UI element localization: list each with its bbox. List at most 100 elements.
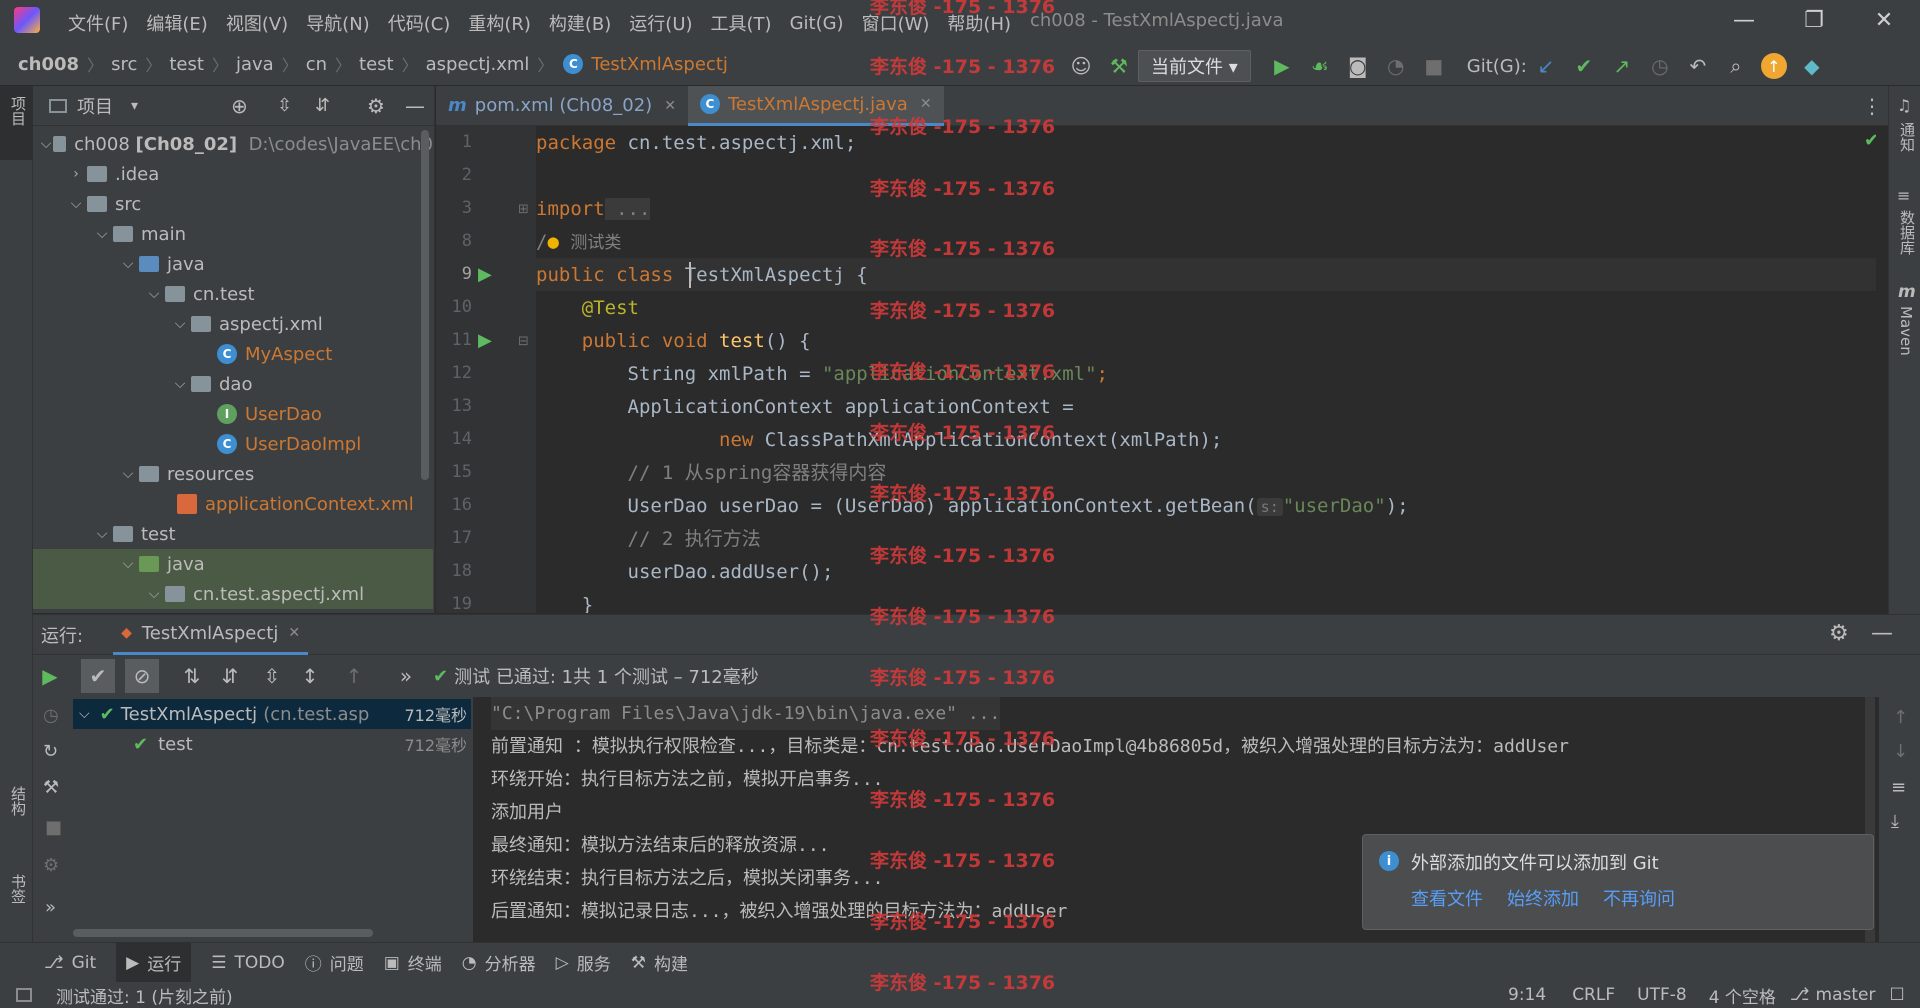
dont-ask-link[interactable]: 不再询问 [1603, 885, 1675, 911]
breadcrumb-item[interactable]: aspectj.xml [426, 54, 530, 75]
tree-item-applicationcontext[interactable]: applicationContext.xml [33, 489, 433, 519]
intention-bulb-icon[interactable]: ● [547, 231, 558, 253]
tree-item-test[interactable]: ⌵ test [33, 519, 433, 549]
close-icon[interactable]: ✕ [1854, 0, 1914, 42]
structure-stripe-button[interactable]: 结构 [8, 786, 29, 821]
locate-icon[interactable]: ⊕ [231, 94, 248, 118]
chevron-down-icon[interactable]: ⌵ [143, 286, 165, 302]
tree-item-test-java[interactable]: ⌵ java [33, 549, 433, 579]
coverage-icon[interactable]: ◙ [1345, 53, 1371, 79]
sort-alpha-icon[interactable]: ⇅ [179, 663, 205, 689]
chevron-down-icon[interactable]: ⌵ [91, 526, 113, 542]
breadcrumb-item[interactable]: test [169, 54, 204, 75]
rerun-failed-icon[interactable]: ↻ [43, 741, 58, 762]
user-icon[interactable]: ☺ [1068, 53, 1094, 79]
tab-pom-xml[interactable]: m pom.xml (Ch08_02) ✕ [436, 86, 688, 126]
tree-item-idea[interactable]: › .idea [33, 159, 433, 189]
minimize-icon[interactable]: — [1714, 0, 1774, 42]
breadcrumb-item[interactable]: cn [306, 54, 327, 75]
tree-item-myaspect[interactable]: C MyAspect [33, 339, 433, 369]
tab-git[interactable]: ⎇ Git [44, 953, 96, 973]
close-tab-icon[interactable]: ✕ [288, 625, 300, 641]
fold-icon[interactable]: ⊞ [518, 202, 529, 217]
run-icon[interactable]: ▶ [1269, 53, 1295, 79]
arrow-up-icon[interactable]: ↑ [1893, 707, 1908, 728]
chevron-down-icon[interactable]: ▾ [131, 98, 138, 114]
breadcrumb-item[interactable]: ch008 [18, 54, 79, 75]
collapse-all-icon[interactable]: ↕ [297, 663, 323, 689]
database-stripe-button[interactable]: 数据库 [1897, 210, 1918, 260]
code-folded[interactable]: ... [604, 198, 651, 220]
tree-item-userdao[interactable]: I UserDao [33, 399, 433, 429]
menu-git[interactable]: Git(G) [790, 13, 844, 34]
chevron-down-icon[interactable]: ⌵ [79, 706, 90, 722]
menu-file[interactable]: 文件(F) [68, 10, 128, 36]
run-config-tab[interactable]: ◆ TestXmlAspectj ✕ [113, 615, 309, 655]
chevron-right-icon[interactable]: › [65, 166, 87, 182]
project-stripe-button[interactable]: 项目 [0, 86, 33, 160]
tab-problems[interactable]: ⓘ 问题 [305, 950, 364, 975]
maven-stripe-button[interactable]: Maven [1897, 306, 1915, 361]
soft-wrap-icon[interactable]: ≡ [1891, 777, 1906, 798]
tab-run[interactable]: ▶ 运行 [116, 942, 192, 983]
tab-todo[interactable]: ☰ TODO [211, 953, 285, 973]
search-icon[interactable]: ⌕ [1723, 53, 1749, 79]
rerun-icon[interactable]: ▶ [37, 663, 63, 689]
tab-terminal[interactable]: ▣ 终端 [384, 950, 442, 976]
test-suite-row[interactable]: ⌵ ✔ TestXmlAspectj (cn.test.asp 712毫秒 [73, 699, 471, 729]
app-logo[interactable] [14, 7, 40, 33]
notifications-stripe-button[interactable]: 通知 [1897, 122, 1918, 157]
tree-item-java[interactable]: ⌵ java [33, 249, 433, 279]
file-encoding[interactable]: UTF-8 [1637, 985, 1687, 1005]
caret-position[interactable]: 9:14 [1508, 985, 1546, 1005]
menu-view[interactable]: 视图(V) [226, 10, 288, 36]
lock-icon[interactable]: ☐ [1889, 985, 1904, 1005]
tree-scrollbar[interactable] [421, 130, 429, 480]
stop-icon[interactable]: ■ [45, 817, 62, 838]
always-add-link[interactable]: 始终添加 [1507, 885, 1579, 911]
menu-refactor[interactable]: 重构(R) [468, 10, 531, 36]
history-icon[interactable]: ◷ [1647, 53, 1673, 79]
git-update-icon[interactable]: ↙ [1533, 53, 1559, 79]
ide-logo-icon[interactable]: ◆ [1799, 53, 1825, 79]
tree-item-main[interactable]: ⌵ main [33, 219, 433, 249]
menu-tools[interactable]: 工具(T) [711, 10, 772, 36]
chevron-down-icon[interactable]: ⌵ [117, 556, 139, 572]
restore-icon[interactable]: ❐ [1784, 0, 1844, 42]
debug-icon[interactable]: ☙ [1307, 53, 1333, 79]
chevron-down-icon[interactable]: ⌵ [169, 316, 191, 332]
tree-item-src[interactable]: ⌵ src [33, 189, 433, 219]
expand-all-icon[interactable]: ⇳ [259, 663, 285, 689]
close-tab-icon[interactable]: ✕ [920, 96, 932, 112]
run-test-icon[interactable]: ▶ [478, 264, 492, 285]
history-icon[interactable]: ◷ [43, 705, 59, 726]
tree-item-userdaoimpl[interactable]: C UserDaoImpl [33, 429, 433, 459]
tree-item-cn-test[interactable]: ⌵ cn.test [33, 279, 433, 309]
menu-run[interactable]: 运行(U) [629, 10, 692, 36]
breadcrumb-item[interactable]: src [111, 54, 137, 75]
chevron-down-icon[interactable]: ⌵ [91, 226, 113, 242]
chevron-down-icon[interactable]: ⌵ [65, 196, 87, 212]
git-push-icon[interactable]: ↗ [1609, 53, 1635, 79]
tab-profiler[interactable]: ◔ 分析器 [462, 950, 536, 976]
chevron-down-icon[interactable]: ⌵ [143, 586, 165, 602]
chevron-down-icon[interactable]: ⌵ [39, 136, 53, 152]
menu-code[interactable]: 代码(C) [388, 10, 451, 36]
run-config-dropdown[interactable]: 当前文件 ▾ [1138, 50, 1251, 82]
tree-item-resources[interactable]: ⌵ resources [33, 459, 433, 489]
fold-icon[interactable]: ⊟ [518, 334, 529, 349]
rollback-icon[interactable]: ↶ [1685, 53, 1711, 79]
git-branch[interactable]: master [1816, 985, 1876, 1005]
arrow-down-icon[interactable]: ↓ [1893, 741, 1908, 762]
show-ignored-icon[interactable]: ⊘ [125, 659, 159, 693]
stop-icon[interactable]: ■ [1421, 53, 1447, 79]
tree-item-root[interactable]: ⌵ ch008 [Ch08_02] D:\codes\JavaEE\ch0 [33, 129, 433, 159]
update-icon[interactable]: ↑ [1760, 53, 1787, 79]
status-message[interactable]: 测试通过: 1 (片刻之前) [56, 983, 233, 1008]
code-editor[interactable]: package cn.test.aspectj.xml; import ... … [536, 126, 1876, 613]
tab-services[interactable]: ▷ 服务 [556, 950, 611, 976]
chevron-down-icon[interactable]: ⌵ [169, 376, 191, 392]
menu-build[interactable]: 构建(B) [549, 10, 611, 36]
line-separator[interactable]: CRLF [1572, 985, 1615, 1005]
breadcrumb-item[interactable]: java [236, 54, 274, 75]
